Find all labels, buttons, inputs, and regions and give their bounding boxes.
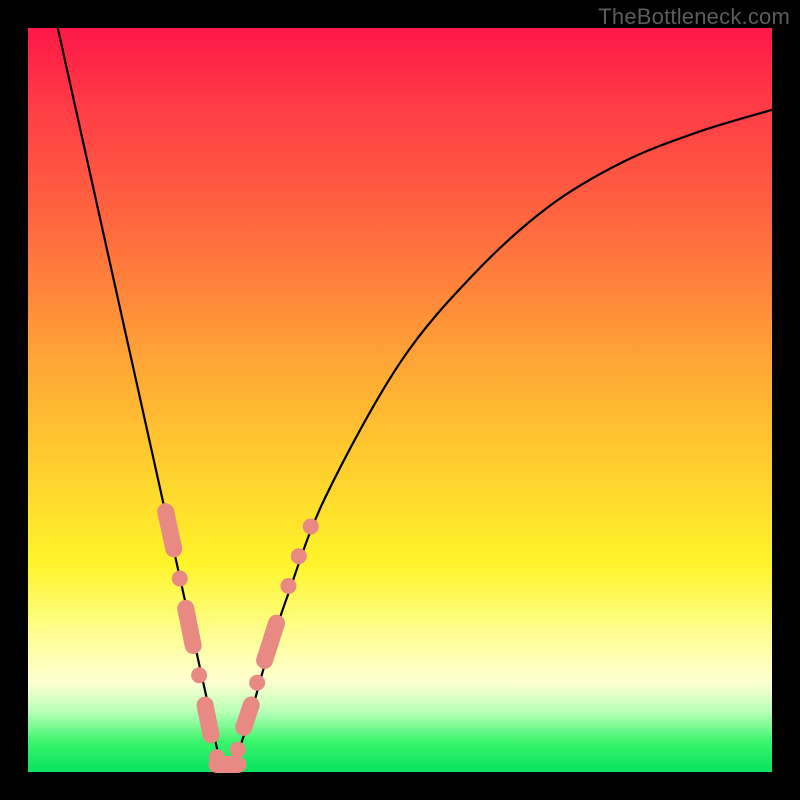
data-beads [166, 512, 319, 766]
data-bead-capsule [244, 705, 251, 727]
data-bead [303, 518, 319, 534]
data-bead [230, 742, 246, 758]
data-bead-capsule [166, 512, 174, 549]
data-bead-capsule [205, 705, 211, 735]
data-bead-capsule [265, 623, 277, 660]
data-bead [249, 675, 265, 691]
curve-left-branch [58, 28, 229, 772]
watermark-text: TheBottleneck.com [598, 4, 790, 30]
data-bead [191, 667, 207, 683]
data-bead [172, 571, 188, 587]
data-bead-capsule [186, 608, 193, 645]
chart-frame: TheBottleneck.com [0, 0, 800, 800]
plot-area [28, 28, 772, 772]
curve-right-branch [229, 110, 772, 772]
data-bead [291, 548, 307, 564]
curve-layer [28, 28, 772, 772]
data-bead [280, 578, 296, 594]
